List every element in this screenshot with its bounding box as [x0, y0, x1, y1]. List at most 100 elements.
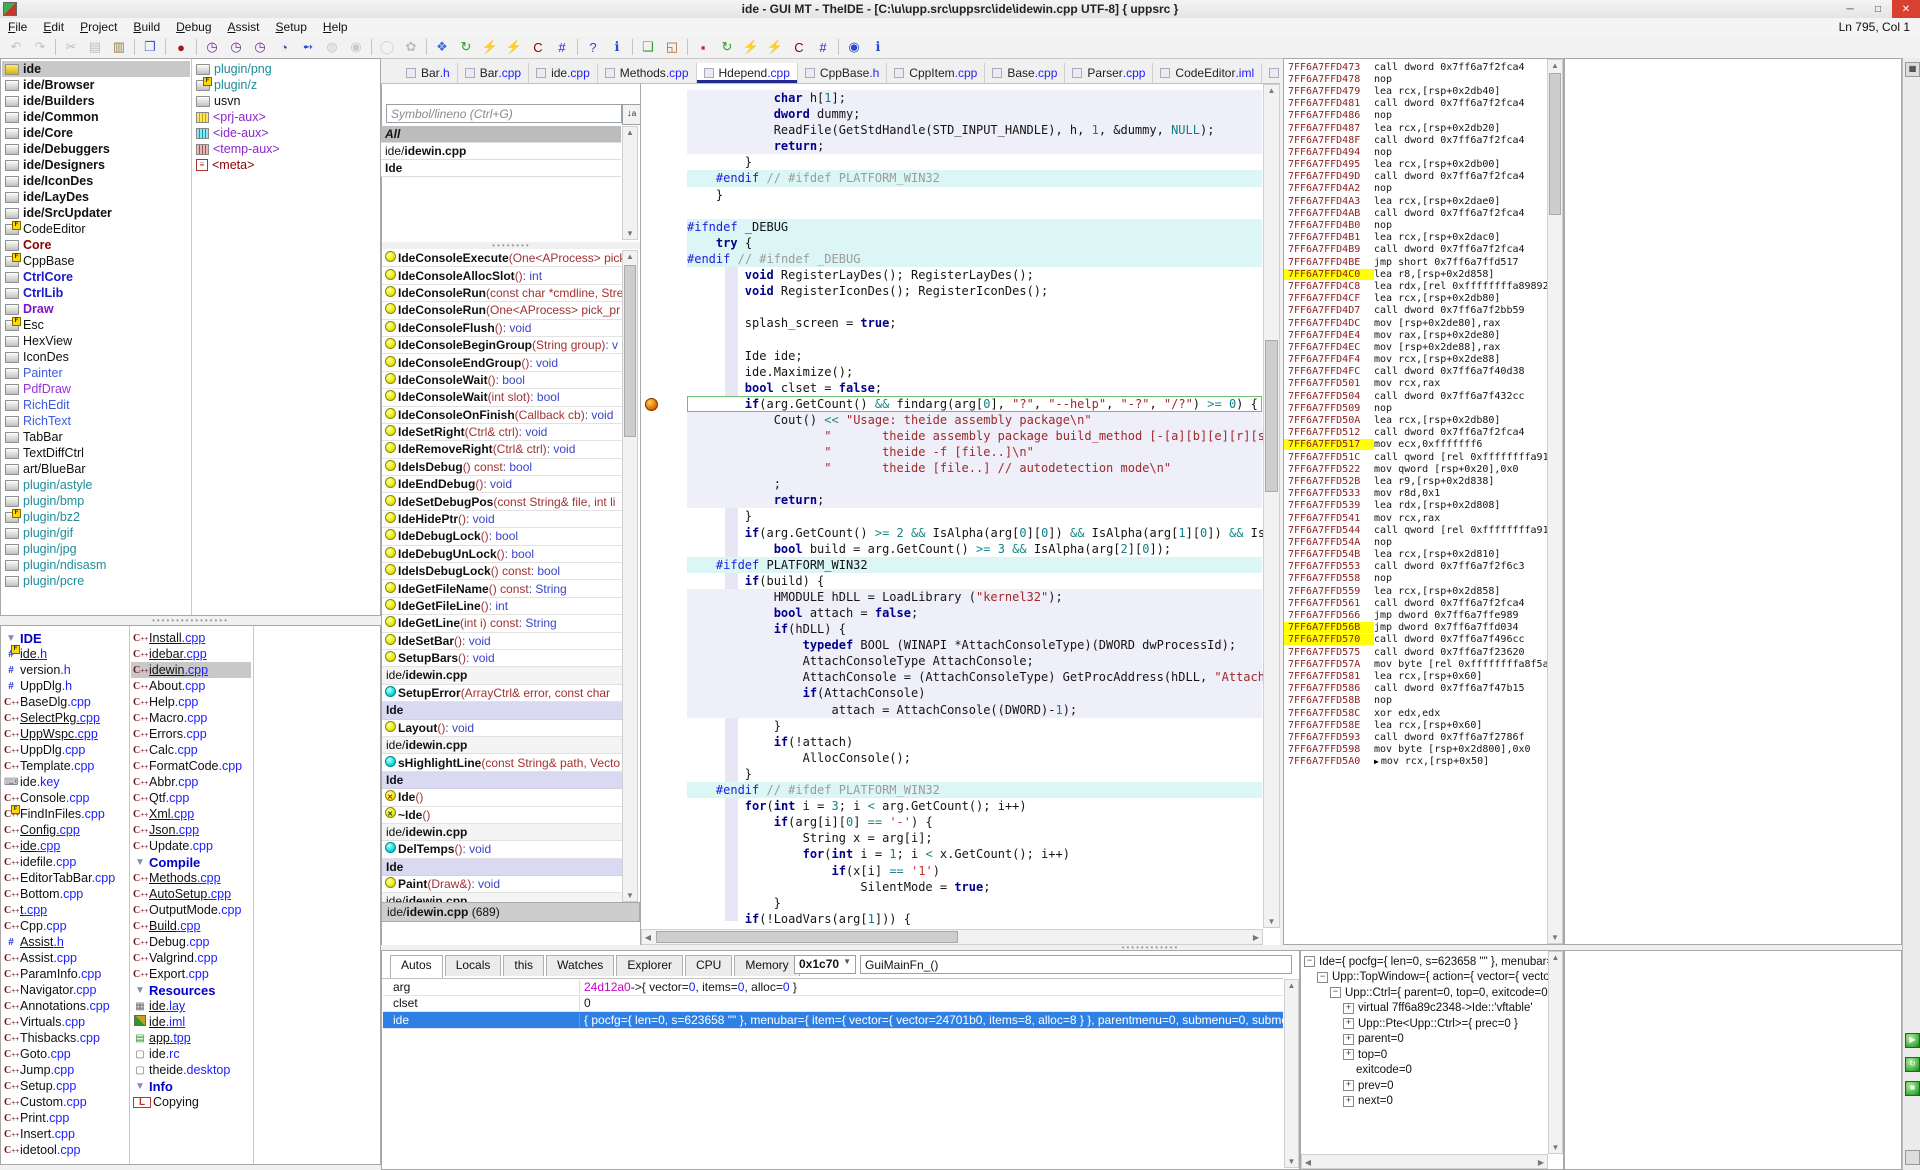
- disassembly-row[interactable]: 7FF6A7FFD4A2nop: [1284, 183, 1563, 195]
- menu-help[interactable]: Help: [315, 19, 356, 35]
- gutter[interactable]: [641, 299, 687, 315]
- disassembly-row[interactable]: 7FF6A7FFD4A3lea rcx,[rsp+0x2dae0]: [1284, 195, 1563, 207]
- gutter[interactable]: [641, 235, 687, 251]
- disassembly-row[interactable]: 7FF6A7FFD593call dword 0x7ff6a7f2786f: [1284, 731, 1563, 743]
- disassembly-row[interactable]: 7FF6A7FFD541mov rcx,rax: [1284, 512, 1563, 524]
- gutter[interactable]: [641, 782, 687, 798]
- disassembly-row[interactable]: 7FF6A7FFD56Bjmp dword 0x7ff6a7ffd034: [1284, 622, 1563, 634]
- gutter[interactable]: [641, 412, 687, 428]
- gutter[interactable]: [641, 492, 687, 508]
- package-item[interactable]: TextDiffCtrl: [2, 445, 190, 461]
- file-group-header[interactable]: ▼Resources: [131, 982, 251, 998]
- hash-icon[interactable]: #: [811, 36, 835, 58]
- gutter[interactable]: [641, 428, 687, 444]
- gutter[interactable]: [641, 702, 687, 718]
- symbol-item[interactable]: IdeConsoleBeginGroup(String group) : v: [382, 337, 622, 354]
- package-item[interactable]: Core: [2, 237, 190, 253]
- close-button[interactable]: ✕: [1892, 0, 1920, 18]
- file-item[interactable]: #Fide.h: [2, 646, 128, 662]
- tree-node[interactable]: prev=0: [1304, 1078, 1563, 1094]
- disassembly-row[interactable]: 7FF6A7FFD4D7call dword 0x7ff6a7f2bb59: [1284, 305, 1563, 317]
- disassembly-row[interactable]: 7FF6A7FFD4BEjmp short 0x7ff6a7ffd517: [1284, 256, 1563, 268]
- file-item[interactable]: ide.iml: [131, 1014, 251, 1030]
- watch-tab-autos[interactable]: Autos: [390, 955, 443, 978]
- gutter[interactable]: [641, 508, 687, 524]
- file-item[interactable]: C++EditorTabBar.cpp: [2, 870, 128, 886]
- tab-bar-cpp[interactable]: Bar.cpp: [458, 63, 529, 83]
- symbol-item[interactable]: IdeGetFileLine() : int: [382, 598, 622, 615]
- gutter[interactable]: [641, 525, 687, 541]
- gutter[interactable]: [641, 621, 687, 637]
- gutter[interactable]: [641, 589, 687, 605]
- symbol-item[interactable]: Layout() : void: [382, 720, 622, 737]
- gutter[interactable]: [641, 541, 687, 557]
- paste-icon[interactable]: ▥: [107, 36, 131, 58]
- package-item[interactable]: plugin/pcre: [2, 573, 190, 589]
- minimize-button[interactable]: ─: [1836, 0, 1864, 18]
- watch-row[interactable]: arg24d12a0->{ vector=0, items=0, alloc=0…: [383, 979, 1283, 996]
- symbol-item[interactable]: IdeConsoleRun(const char *cmdline, Stre: [382, 285, 622, 302]
- file-item[interactable]: C++ide.cpp: [2, 838, 128, 854]
- disassembly-row[interactable]: 7FF6A7FFD570call dword 0x7ff6a7f496cc: [1284, 634, 1563, 646]
- output-mode-icon[interactable]: ▪: [691, 36, 715, 58]
- tab-parser-cpp[interactable]: Parser.cpp: [1065, 63, 1153, 83]
- symbol-item[interactable]: IdeConsoleFlush() : void: [382, 320, 622, 337]
- file-item[interactable]: C++Goto.cpp: [2, 1046, 128, 1062]
- package-item[interactable]: <ide-aux>: [193, 125, 379, 141]
- disassembly-row[interactable]: 7FF6A7FFD4FCcall dword 0x7ff6a7f40d38: [1284, 366, 1563, 378]
- collapse-icon[interactable]: [1330, 987, 1341, 998]
- file-item[interactable]: C++Annotations.cpp: [2, 998, 128, 1014]
- gutter[interactable]: [641, 814, 687, 830]
- refresh-c-icon[interactable]: ↻: [715, 36, 739, 58]
- tab-ide-cpp[interactable]: ide.cpp: [529, 63, 598, 83]
- disassembly-row[interactable]: 7FF6A7FFD512call dword 0x7ff6a7f2fca4: [1284, 427, 1563, 439]
- gutter[interactable]: [641, 154, 687, 170]
- symbol-item[interactable]: SetupError(ArrayCtrl& error, const char: [382, 685, 622, 702]
- file-item[interactable]: C++ParamInfo.cpp: [2, 966, 128, 982]
- package-item[interactable]: plugin/bmp: [2, 493, 190, 509]
- file-item[interactable]: C++FFindInFiles.cpp: [2, 806, 128, 822]
- package-item[interactable]: plugin/ndisasm: [2, 557, 190, 573]
- symbol-search-input[interactable]: Symbol/lineno (Ctrl+G): [386, 104, 622, 123]
- gutter[interactable]: [641, 766, 687, 782]
- package-item[interactable]: Painter: [2, 365, 190, 381]
- disassembly-row[interactable]: 7FF6A7FFD581lea rcx,[rsp+0x60]: [1284, 670, 1563, 682]
- symbol-item[interactable]: IdeConsoleEndGroup() : void: [382, 354, 622, 371]
- gutter[interactable]: [641, 911, 687, 927]
- disassembly-row[interactable]: 7FF6A7FFD5A0▶mov rcx,[rsp+0x50]: [1284, 756, 1563, 768]
- disassembly-row[interactable]: 7FF6A7FFD4DCmov [rsp+0x2de80],rax: [1284, 317, 1563, 329]
- expand-icon[interactable]: [1343, 1049, 1354, 1060]
- gutter[interactable]: [641, 315, 687, 331]
- disassembly-row[interactable]: 7FF6A7FFD4E4mov rax,[rsp+0x2de80]: [1284, 329, 1563, 341]
- disassembly-row[interactable]: 7FF6A7FFD51Ccall qword [rel 0xffffffffa9…: [1284, 451, 1563, 463]
- symbol-item[interactable]: IdeRemoveRight(Ctrl& ctrl) : void: [382, 441, 622, 458]
- disassembly-row[interactable]: 7FF6A7FFD58Elea rcx,[rsp+0x60]: [1284, 719, 1563, 731]
- package-item[interactable]: FCodeEditor: [2, 221, 190, 237]
- package-item[interactable]: CtrlLib: [2, 285, 190, 301]
- file-item[interactable]: C++Custom.cpp: [2, 1094, 128, 1110]
- menu-debug[interactable]: Debug: [168, 19, 219, 35]
- file-item[interactable]: LCopying: [131, 1094, 251, 1110]
- file-item[interactable]: C++Bottom.cpp: [2, 886, 128, 902]
- gutter[interactable]: [641, 396, 687, 412]
- watch-row[interactable]: ide{ pocfg={ len=0, s=623658 "" }, menub…: [383, 1012, 1283, 1029]
- menu-setup[interactable]: Setup: [268, 19, 315, 35]
- disassembly-row[interactable]: 7FF6A7FFD4ECmov [rsp+0x2de88],rax: [1284, 341, 1563, 353]
- file-item[interactable]: C++Setup.cpp: [2, 1078, 128, 1094]
- editor-hscrollbar[interactable]: ◀▶: [641, 929, 1263, 945]
- disassembly-row[interactable]: 7FF6A7FFD473call dword 0x7ff6a7f2fca4: [1284, 61, 1563, 73]
- sync-icon[interactable]: ↻: [454, 36, 478, 58]
- package-item[interactable]: ide/Common: [2, 109, 190, 125]
- disassembly-row[interactable]: 7FF6A7FFD494nop: [1284, 146, 1563, 158]
- gutter[interactable]: [641, 267, 687, 283]
- file-item[interactable]: C++Abbr.cpp: [131, 774, 251, 790]
- gutter[interactable]: [641, 669, 687, 685]
- disassembly-row[interactable]: 7FF6A7FFD48Fcall dword 0x7ff6a7f2fca4: [1284, 134, 1563, 146]
- gutter[interactable]: [641, 187, 687, 203]
- editor-vscrollbar[interactable]: ▲▼: [1263, 84, 1280, 928]
- file-item[interactable]: C++Methods.cpp: [131, 870, 251, 886]
- topic-icon[interactable]: ℹ: [605, 36, 629, 58]
- gutter[interactable]: [641, 203, 687, 219]
- package-item[interactable]: ide/Browser: [2, 77, 190, 93]
- watch-tab-this[interactable]: this: [503, 955, 544, 976]
